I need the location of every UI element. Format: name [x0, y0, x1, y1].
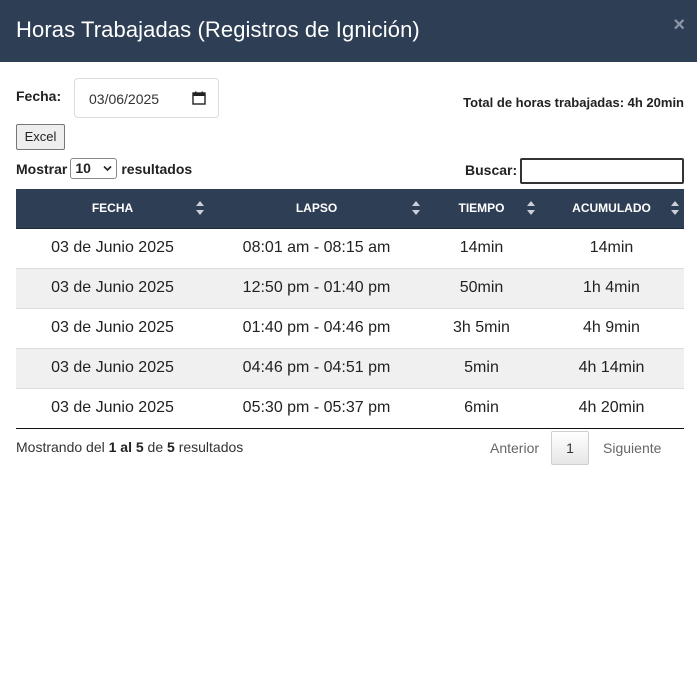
- info-total: 5: [167, 439, 175, 455]
- cell-fecha: 03 de Junio 2025: [16, 307, 209, 348]
- cell-tiempo: 6min: [424, 387, 539, 429]
- cell-lapso: 05:30 pm - 05:37 pm: [209, 387, 424, 429]
- total-hours: Total de horas trabajadas: 4h 20min: [463, 95, 684, 110]
- page-length-value: 10: [75, 160, 91, 176]
- column-header-tiempo[interactable]: TIEMPO: [424, 189, 539, 229]
- hours-table: FECHA LAPSO TIEMPO ACUMULADO 03 de Junio…: [16, 189, 684, 429]
- cell-fecha: 03 de Junio 2025: [16, 347, 209, 388]
- sort-icon: [527, 201, 535, 215]
- column-header-acumulado[interactable]: ACUMULADO: [539, 189, 684, 229]
- close-icon[interactable]: ×: [673, 14, 685, 36]
- cell-acumulado: 14min: [539, 228, 684, 268]
- cell-tiempo: 14min: [424, 228, 539, 268]
- show-suffix: resultados: [121, 160, 193, 177]
- table-info: Mostrando del 1 al 5 de 5 resultados: [16, 439, 243, 455]
- excel-export-button[interactable]: Excel: [16, 124, 65, 150]
- table-row: 03 de Junio 2025 08:01 am - 08:15 am 14m…: [16, 228, 684, 268]
- info-prefix: Mostrando del: [16, 439, 105, 455]
- cell-tiempo: 5min: [424, 347, 539, 388]
- date-input[interactable]: 03/06/2025: [74, 78, 219, 118]
- column-header-label: LAPSO: [295, 201, 338, 216]
- date-value: 03/06/2025: [89, 91, 160, 107]
- cell-fecha: 03 de Junio 2025: [16, 228, 209, 268]
- page-length-control: Mostrar 10 resultados: [16, 158, 192, 179]
- sort-icon: [412, 201, 420, 215]
- calendar-icon[interactable]: [192, 91, 206, 105]
- table-row: 03 de Junio 2025 01:40 pm - 04:46 pm 3h …: [16, 307, 684, 348]
- cell-tiempo: 3h 5min: [424, 307, 539, 348]
- modal-dialog: Horas Trabajadas (Registros de Ignición)…: [0, 0, 697, 699]
- column-header-label: TIEMPO: [458, 201, 505, 216]
- date-label: Fecha:: [16, 88, 62, 104]
- modal-title: Horas Trabajadas (Registros de Ignición): [16, 17, 420, 42]
- table-row: 03 de Junio 2025 12:50 pm - 01:40 pm 50m…: [16, 267, 684, 308]
- column-header-fecha[interactable]: FECHA: [16, 189, 209, 229]
- cell-acumulado: 4h 9min: [539, 307, 684, 348]
- cell-acumulado: 4h 20min: [539, 387, 684, 429]
- next-page-button[interactable]: Siguiente: [589, 431, 675, 465]
- previous-page-button[interactable]: Anterior: [478, 431, 551, 465]
- page-length-select[interactable]: 10: [70, 158, 118, 179]
- cell-fecha: 03 de Junio 2025: [16, 387, 209, 429]
- cell-fecha: 03 de Junio 2025: [16, 267, 209, 308]
- cell-acumulado: 4h 14min: [539, 347, 684, 388]
- cell-acumulado: 1h 4min: [539, 267, 684, 308]
- page-button-current[interactable]: 1: [551, 431, 590, 465]
- sort-icon: [671, 201, 679, 215]
- info-de: de: [147, 439, 164, 455]
- sort-icon: [196, 201, 204, 215]
- column-header-lapso[interactable]: LAPSO: [209, 189, 424, 229]
- show-prefix: Mostrar: [16, 160, 68, 177]
- table-header-row: FECHA LAPSO TIEMPO ACUMULADO: [16, 189, 684, 229]
- search-input[interactable]: [520, 158, 684, 184]
- cell-lapso: 12:50 pm - 01:40 pm: [209, 267, 424, 308]
- search-label: Buscar:: [465, 162, 518, 178]
- chevron-down-icon: [103, 165, 112, 172]
- table-row: 03 de Junio 2025 04:46 pm - 04:51 pm 5mi…: [16, 347, 684, 388]
- cell-tiempo: 50min: [424, 267, 539, 308]
- column-header-label: ACUMULADO: [572, 201, 651, 216]
- info-range: 1 al 5: [108, 439, 144, 455]
- table-row: 03 de Junio 2025 05:30 pm - 05:37 pm 6mi…: [16, 387, 684, 429]
- cell-lapso: 04:46 pm - 04:51 pm: [209, 347, 424, 388]
- cell-lapso: 08:01 am - 08:15 am: [209, 228, 424, 268]
- pagination: Anterior 1 Siguiente: [478, 431, 675, 465]
- column-header-label: FECHA: [91, 201, 134, 216]
- modal-header: Horas Trabajadas (Registros de Ignición)…: [0, 0, 697, 62]
- cell-lapso: 01:40 pm - 04:46 pm: [209, 307, 424, 348]
- info-suffix: resultados: [178, 439, 244, 455]
